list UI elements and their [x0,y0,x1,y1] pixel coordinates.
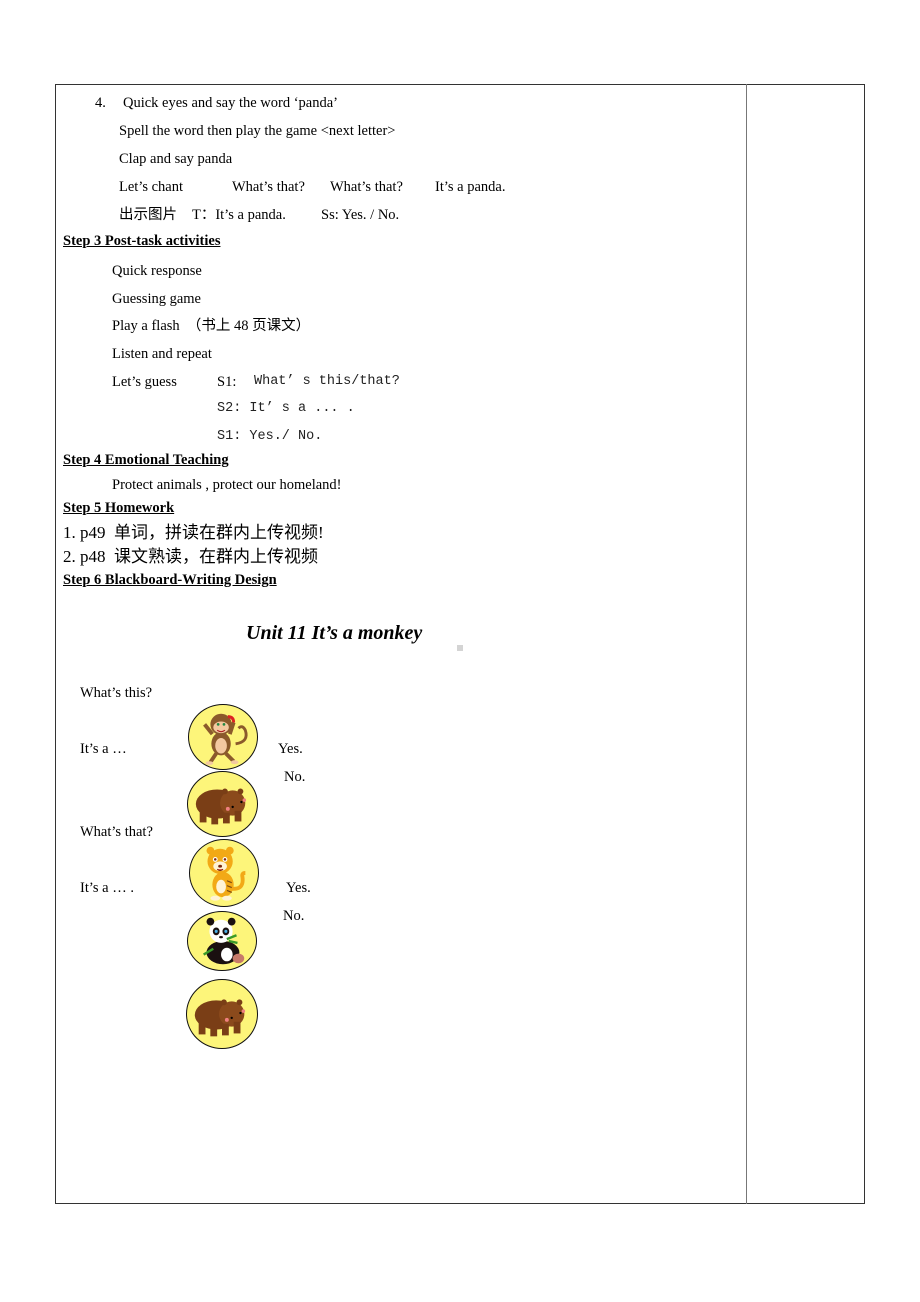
panda-icon [203,917,245,965]
step-4-heading: Step 4 Emotional Teaching [63,452,229,468]
show-picture-label: 出示图片 [119,207,177,223]
guess-s1-label: S1: [217,374,237,390]
step-5-heading: Step 5 Homework [63,500,175,516]
tiger-picture [189,839,259,907]
spell-line: Spell the word then play the game <next … [119,123,396,139]
stray-mark [457,645,463,651]
chant-part-2: What’s that? [330,179,403,195]
homework-item-2: 2. p48 课文熟读，在群内上传视频 [63,547,318,566]
item-4-text: Quick eyes and say the word ‘panda’ [123,95,339,111]
bear-icon [195,788,247,825]
item-4-number: 4. [95,95,106,111]
guess-line-3: S1: Yes./ No. [217,429,323,444]
step-3-item: Guessing game [112,291,201,307]
guess-label: Let’s guess [112,374,177,390]
chant-part-3: It’s a panda. [435,179,506,195]
answer-1: It’s a … [80,741,127,757]
step-3-item: Quick response [112,263,202,279]
board-title: Unit 11 It’s a monkey [246,622,423,644]
lesson-plan-table [55,84,865,1204]
guess-line-2: S2: It’ s a ... . [217,401,355,416]
teacher-line: T：It’s a panda. [192,207,286,223]
no-2: No. [283,908,305,924]
monkey-icon [203,713,248,766]
no-1: No. [284,769,306,785]
bear-picture [187,771,258,837]
step-3-item: Play a flash （书上 48 页课文） [112,318,311,334]
bear-picture-2 [186,979,258,1049]
monkey-picture [188,704,258,770]
chant-part-1: What’s that? [232,179,305,195]
column-divider [746,84,747,1204]
students-line: Ss: Yes. / No. [321,207,400,223]
question-that: What’s that? [80,824,153,840]
yes-1: Yes. [278,741,303,757]
clap-line: Clap and say panda [119,151,233,167]
guess-line-1: What’ s this/that? [254,374,400,389]
yes-2: Yes. [286,880,311,896]
step-4-text: Protect animals , protect our homeland! [112,477,342,493]
panda-picture [187,911,257,971]
tiger-icon [206,846,246,901]
chant-label: Let’s chant [119,179,184,195]
bear-icon [194,999,246,1037]
step-6-heading: Step 6 Blackboard-Writing Design [63,572,277,588]
answer-2: It’s a … . [80,880,134,896]
question-this: What’s this? [80,685,153,701]
homework-item-1: 1. p49 单词，拼读在群内上传视频! [63,523,324,542]
step-3-item: Listen and repeat [112,346,212,362]
step-3-heading: Step 3 Post-task activities [63,233,221,249]
